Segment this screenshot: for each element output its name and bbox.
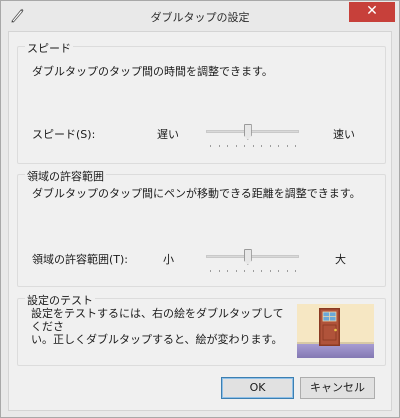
slider-tick — [210, 270, 211, 272]
slider-tick — [278, 145, 279, 147]
slider-tick — [244, 145, 245, 147]
ok-button[interactable]: OK — [221, 377, 294, 399]
slider-tick — [252, 270, 254, 272]
test-description: 設定をテストするには、右の絵をダブルタップしてくださ い。正しくダブルタップする… — [31, 307, 284, 346]
slider-tick — [227, 145, 228, 147]
speed-description: ダブルタップのタップ間の時間を調整できます。 — [32, 65, 273, 78]
slider-tick — [295, 270, 296, 272]
slider-tick — [286, 270, 288, 272]
window-title: ダブルタップの設定 — [150, 11, 250, 24]
slider-tick — [269, 270, 271, 272]
area-low-label: 小 — [163, 253, 174, 266]
slider-tick — [278, 270, 279, 272]
area-slider[interactable] — [206, 255, 299, 258]
slider-tick — [244, 270, 245, 272]
slider-tick — [235, 270, 237, 272]
area-description: ダブルタップのタップ間にペンが移動できる距離を調整できます。 — [32, 187, 361, 200]
slider-tick — [218, 145, 220, 147]
speed-slider[interactable] — [206, 130, 299, 133]
slider-tick — [218, 270, 220, 272]
door-icon[interactable] — [297, 304, 374, 358]
test-group-title: 設定のテスト — [25, 292, 95, 308]
speed-label: スピード(S): — [32, 128, 96, 141]
slider-tick — [261, 270, 262, 272]
slider-tick — [235, 145, 237, 147]
speed-group-title: スピード — [25, 40, 73, 56]
speed-low-label: 遅い — [157, 128, 179, 141]
slider-tick — [286, 145, 288, 147]
close-button[interactable]: ✕ — [349, 2, 395, 22]
slider-tick — [295, 145, 296, 147]
speed-high-label: 速い — [333, 128, 355, 141]
slider-tick — [227, 270, 228, 272]
area-group-title: 領域の許容範囲 — [25, 168, 106, 184]
area-high-label: 大 — [335, 253, 346, 266]
slider-tick — [261, 145, 262, 147]
area-label: 領域の許容範囲(T): — [32, 253, 129, 266]
slider-tick — [252, 145, 254, 147]
title-bar[interactable]: ダブルタップの設定 ✕ — [1, 1, 399, 31]
cancel-button[interactable]: キャンセル — [300, 377, 375, 399]
slider-tick — [210, 145, 211, 147]
double-tap-settings-window: ダブルタップの設定 ✕ スピード ダブルタップのタップ間の時間を調整できます。 … — [0, 0, 400, 418]
slider-tick — [269, 145, 271, 147]
